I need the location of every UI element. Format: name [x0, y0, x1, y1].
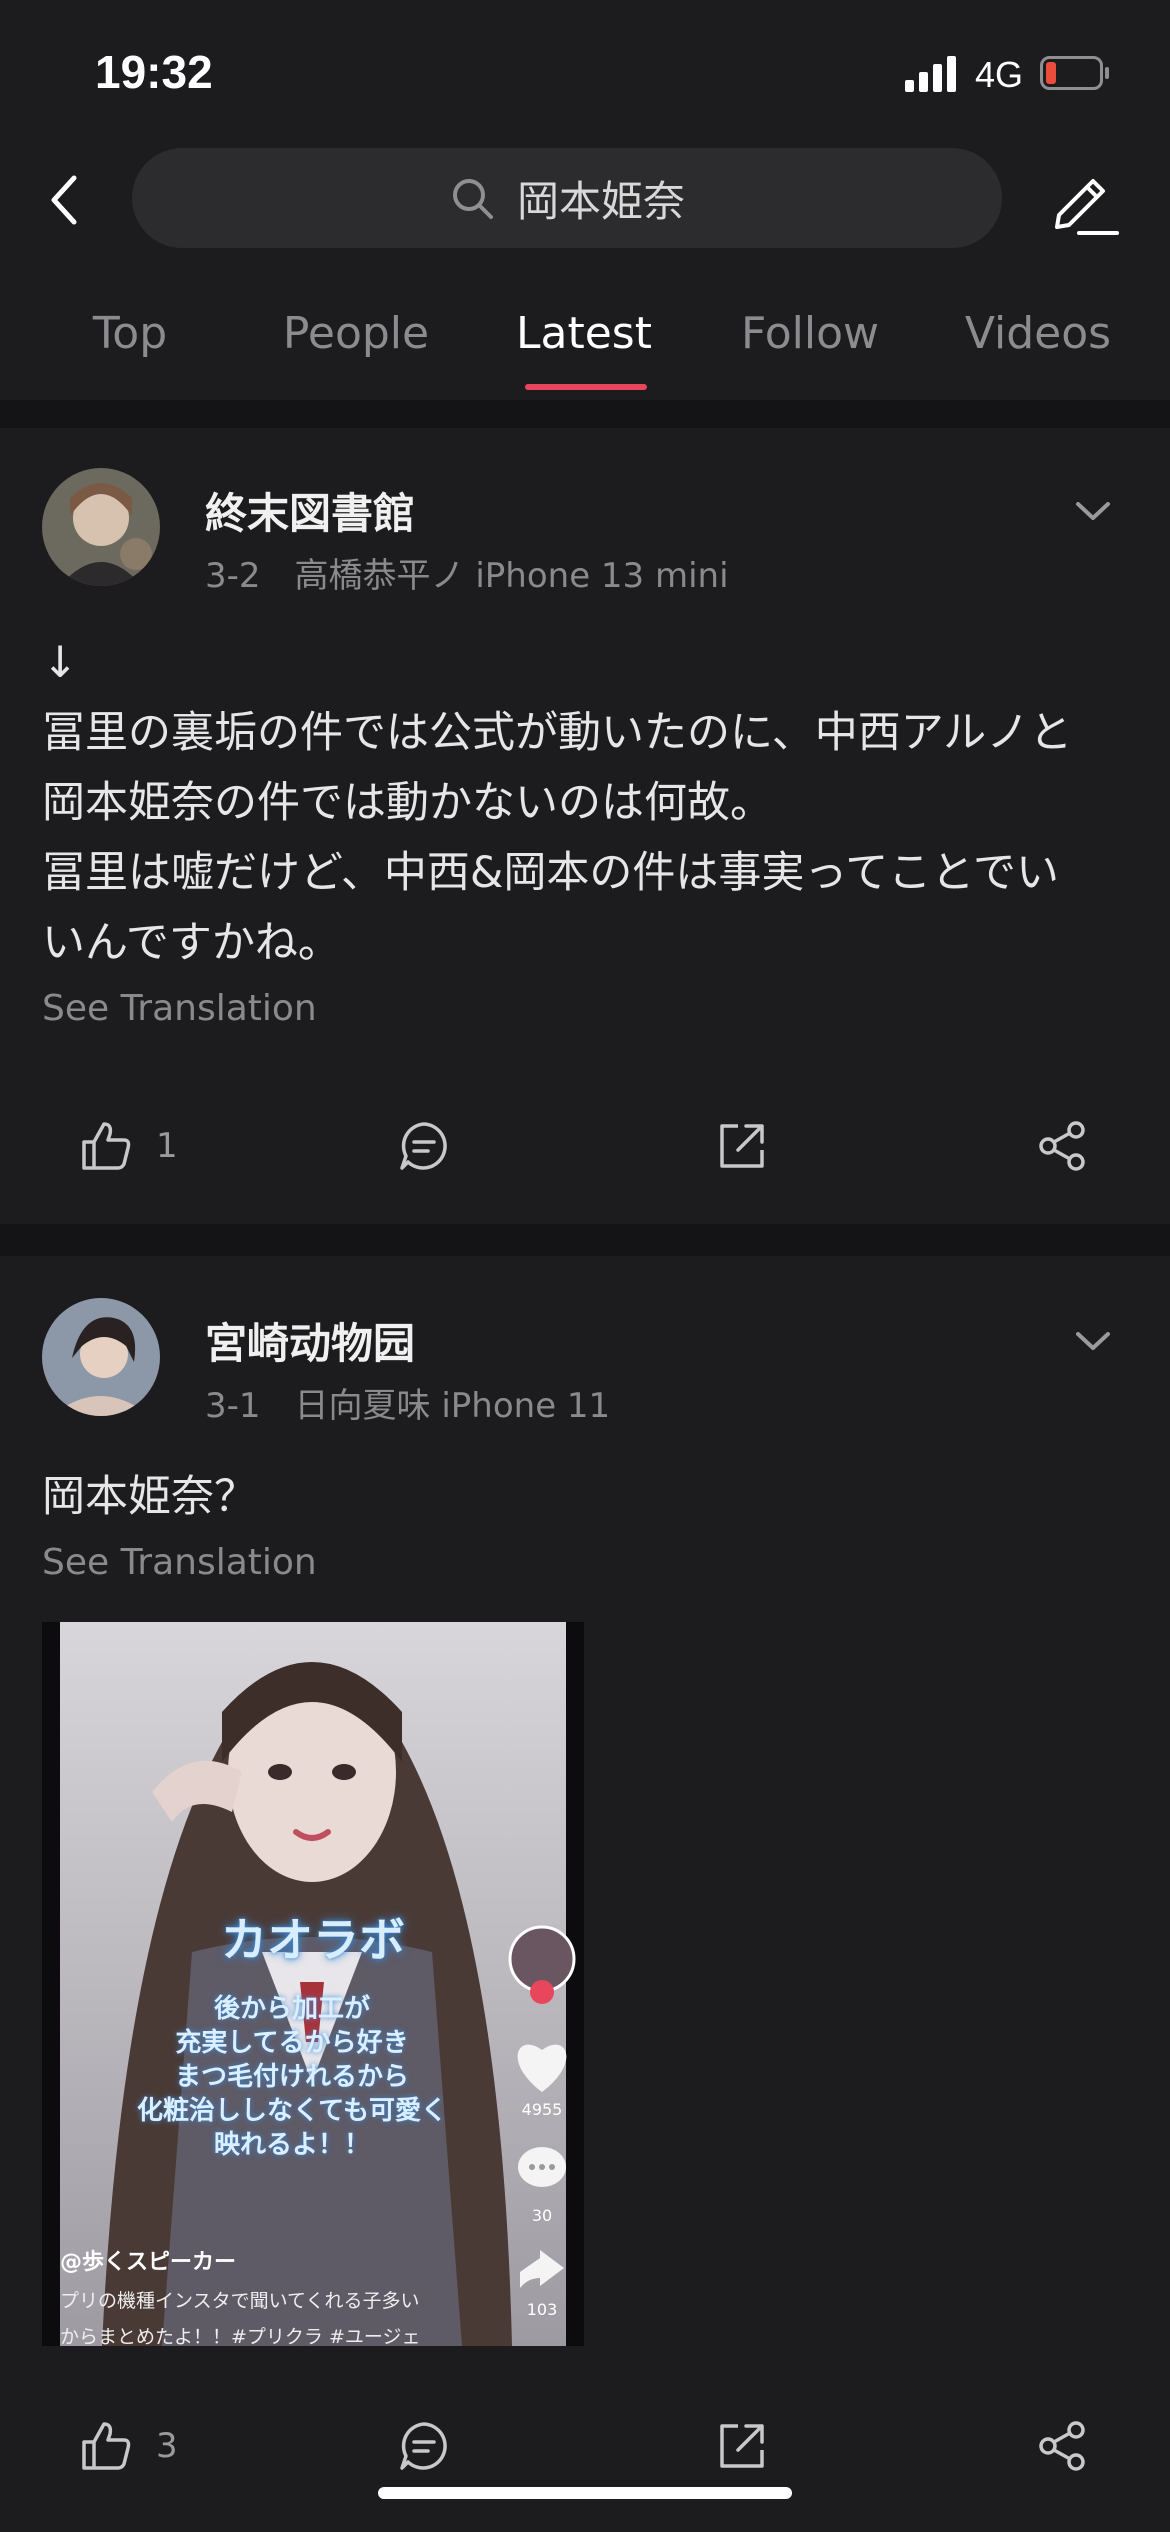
like-count: 3 [156, 2426, 178, 2466]
image-caption-line: 後から加工が [213, 1994, 370, 2024]
post-username[interactable]: 終末図書館 [205, 480, 415, 541]
avatar[interactable] [42, 1298, 160, 1416]
chevron-down-icon[interactable] [1070, 496, 1116, 526]
share-icon [1039, 2421, 1085, 2471]
post-line: 岡本姫奈？ [42, 1472, 257, 1522]
see-translation-link[interactable]: See Translation [42, 1542, 317, 1583]
tab-people[interactable]: People [283, 308, 429, 359]
avatar[interactable] [42, 468, 160, 586]
search-bar[interactable]: 岡本姫奈 [132, 148, 1002, 248]
share-button[interactable] [1034, 2396, 1090, 2496]
post-card[interactable]: 宮崎动物园 3-1 日向夏味 iPhone 11 岡本姫奈？ See Trans… [0, 1256, 1170, 2532]
home-indicator[interactable] [378, 2487, 792, 2499]
chevron-down-icon[interactable] [1070, 1326, 1116, 1356]
post-line: 岡本姫奈の件では動かないのは何故。 [42, 778, 773, 828]
image-author: @歩くスピーカー [60, 2250, 237, 2275]
see-translation-link[interactable]: See Translation [42, 988, 317, 1029]
image-caption: 後から加工が 充実してるから好き まつ毛付けれるから 化粧治ししなくても可愛く … [102, 1992, 482, 2162]
active-tab-indicator [525, 384, 647, 390]
tab-videos[interactable]: Videos [965, 308, 1111, 359]
search-query[interactable]: 岡本姫奈 [517, 168, 685, 229]
comment-icon [400, 1122, 447, 1170]
battery-icon [1040, 56, 1109, 90]
post-actions: 3 [0, 2396, 1170, 2496]
status-time: 19:32 [95, 46, 213, 98]
tab-top[interactable]: Top [93, 308, 167, 359]
external-link-icon [720, 2424, 764, 2468]
post-photo [42, 1622, 584, 2346]
post-actions: 1 [0, 1096, 1170, 1196]
image-desc: からまとめたよ！！#プリクラ #ユージェ [60, 2326, 421, 2346]
external-link-icon [720, 1124, 764, 1168]
post-line: 冨里は嘘だけど、中西&岡本の件は事実ってことでい [42, 848, 1059, 898]
network-type: 4G [975, 54, 1024, 95]
comment-icon [400, 2422, 447, 2470]
tab-latest[interactable]: Latest [516, 308, 652, 359]
repost-button[interactable] [714, 2396, 770, 2496]
status-bar: 19:32 4G [0, 0, 1170, 140]
post-body: 岡本姫奈？ [42, 1462, 1132, 1532]
comment-button[interactable] [396, 1096, 452, 1196]
image-caption-line: 映れるよ！！ [213, 2130, 370, 2160]
compose-icon[interactable] [1045, 163, 1121, 239]
image-desc: プリの機種インスタで聞いてくれる子多い [60, 2290, 420, 2312]
post-username[interactable]: 宮崎动物园 [205, 1310, 415, 1371]
cellular-signal-icon [905, 56, 956, 92]
share-button[interactable] [1034, 1096, 1090, 1196]
image-title: カオラボ [221, 1913, 405, 1967]
search-icon [452, 179, 493, 219]
back-button[interactable] [40, 160, 92, 240]
tab-follow[interactable]: Follow [741, 308, 879, 359]
section-divider [0, 400, 1170, 428]
image-caption-line: 充実してるから好き [175, 2028, 409, 2058]
comment-button[interactable] [396, 2396, 452, 2496]
like-count: 1 [156, 1126, 178, 1166]
image-like-count: 4955 [521, 2100, 563, 2119]
section-divider [0, 1224, 1170, 1256]
post-line: いんですかね。 [42, 918, 341, 968]
post-body: ↓ 冨里の裏垢の件では公式が動いたのに、中西アルノと 岡本姫奈の件では動かないの… [42, 628, 1132, 978]
post-line: ↓ [42, 638, 79, 688]
post-image[interactable]: カオラボ 後から加工が 充実してるから好き まつ毛付けれるから 化粧治ししなくて… [42, 1622, 584, 2346]
image-caption-line: まつ毛付けれるから [174, 2062, 409, 2092]
like-button[interactable]: 3 [78, 2396, 178, 2496]
image-comment-count: 30 [531, 2206, 553, 2225]
post-card[interactable]: 終末図書館 3-2 高橋恭平ノ iPhone 13 mini ↓ 冨里の裏垢の件… [0, 428, 1170, 1224]
post-line: 冨里の裏垢の件では公式が動いたのに、中西アルノと [42, 708, 1073, 758]
share-icon [1039, 1121, 1085, 1171]
thumbs-up-icon [82, 1122, 131, 1170]
repost-button[interactable] [714, 1096, 770, 1196]
post-meta: 3-1 日向夏味 iPhone 11 [205, 1386, 611, 1426]
like-button[interactable]: 1 [78, 1096, 178, 1196]
tab-bar: Top People Latest Follow Videos [0, 290, 1170, 401]
thumbs-up-icon [82, 2422, 131, 2470]
post-meta: 3-2 高橋恭平ノ iPhone 13 mini [205, 556, 729, 596]
image-share-count: 103 [526, 2300, 558, 2319]
image-caption-line: 化粧治ししなくても可愛く [137, 2096, 447, 2126]
